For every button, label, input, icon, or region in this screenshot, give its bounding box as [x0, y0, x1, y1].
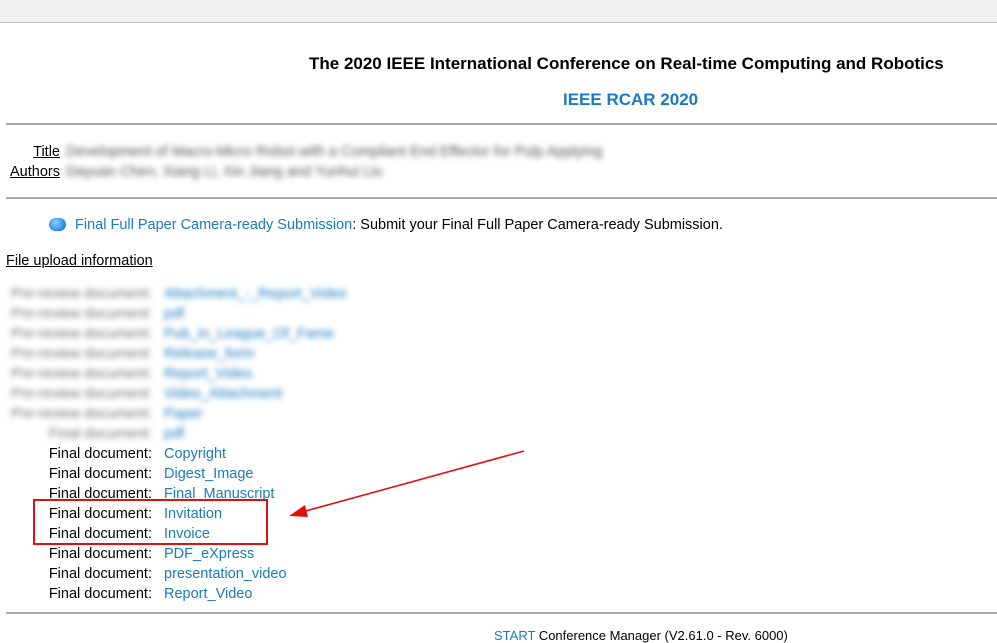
footer: START Conference Manager (V2.61.0 - Rev.… [494, 628, 788, 643]
divider [6, 612, 997, 614]
start-link[interactable]: START [494, 628, 535, 643]
annotation-arrow [289, 450, 525, 517]
footer-text: Conference Manager (V2.61.0 - Rev. 6000) [535, 628, 788, 643]
